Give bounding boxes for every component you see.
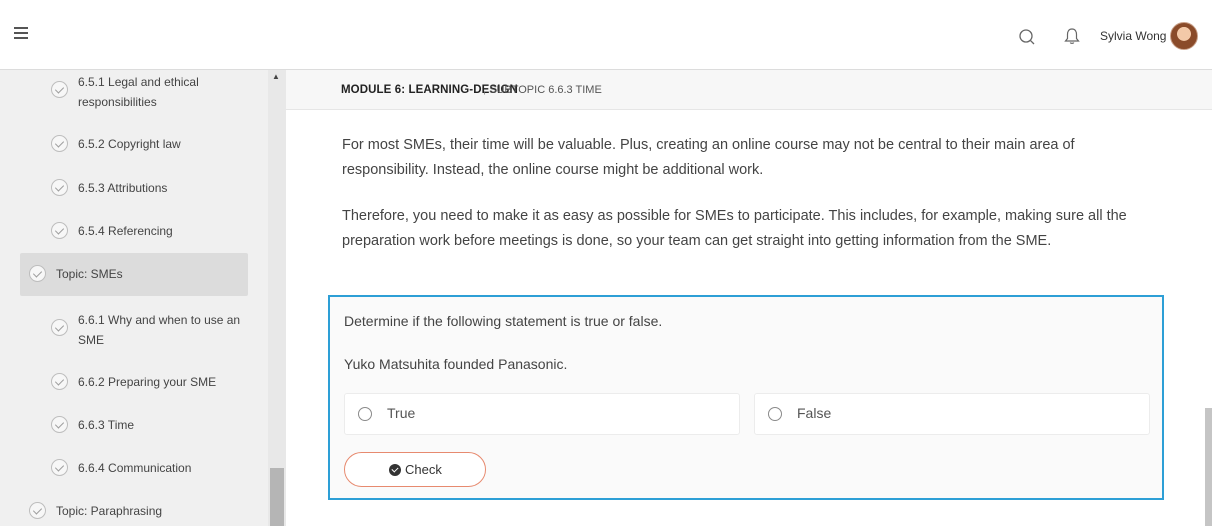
sidebar-item-topic-paraphrasing[interactable]: Topic: Paraphrasing xyxy=(0,501,268,525)
course-sidebar: 6.5.1 Legal and ethical responsibilities… xyxy=(0,70,286,526)
check-circle-icon xyxy=(389,464,401,476)
breadcrumb-subtopic: , SUBTOPIC 6.6.3 TIME xyxy=(483,84,602,96)
sidebar-item-label: 6.5.4 Referencing xyxy=(78,224,173,238)
sidebar-item-6-6-3[interactable]: 6.6.3 Time xyxy=(0,415,268,439)
sidebar-item-6-6-2[interactable]: 6.6.2 Preparing your SME xyxy=(0,372,268,396)
sidebar-item-6-5-4[interactable]: 6.5.4 Referencing xyxy=(0,221,268,245)
top-bar: Sylvia Wong xyxy=(0,0,1212,70)
sidebar-item-label: Topic: Paraphrasing xyxy=(56,504,163,518)
breadcrumb: MODULE 6: LEARNING-DESIGN , SUBTOPIC 6.6… xyxy=(286,70,1212,110)
main-content: MODULE 6: LEARNING-DESIGN , SUBTOPIC 6.6… xyxy=(286,70,1212,526)
option-label: True xyxy=(387,405,416,421)
sidebar-item-label: 6.6.1 Why and when to use an SME xyxy=(78,313,241,347)
sidebar-scroll-thumb[interactable] xyxy=(270,468,284,526)
completion-check-icon xyxy=(51,416,68,433)
sidebar-scrollbar[interactable]: ▲ xyxy=(268,70,286,526)
quiz-instruction: Determine if the following statement is … xyxy=(344,313,663,329)
sidebar-item-6-5-1[interactable]: 6.5.1 Legal and ethical responsibilities xyxy=(0,70,268,115)
main-scroll-thumb[interactable] xyxy=(1205,408,1212,526)
content-paragraph: For most SMEs, their time will be valuab… xyxy=(342,137,1075,178)
completion-check-icon xyxy=(51,135,68,152)
bell-icon[interactable] xyxy=(1062,26,1082,46)
sidebar-item-label: 6.6.3 Time xyxy=(78,418,135,432)
avatar[interactable] xyxy=(1170,22,1198,50)
option-false[interactable]: False xyxy=(754,393,1150,435)
true-false-quiz: Determine if the following statement is … xyxy=(328,295,1164,500)
menu-icon[interactable] xyxy=(14,27,28,39)
sidebar-item-label: 6.5.2 Copyright law xyxy=(78,137,181,151)
content-paragraph: Therefore, you need to make it as easy a… xyxy=(342,208,1127,249)
user-name[interactable]: Sylvia Wong xyxy=(1100,29,1166,43)
scroll-up-icon[interactable]: ▲ xyxy=(272,72,280,81)
sidebar-item-topic-smes[interactable]: Topic: SMEs xyxy=(0,264,268,288)
completion-check-icon xyxy=(29,502,46,519)
completion-check-icon xyxy=(51,319,68,336)
sidebar-item-label: 6.5.1 Legal and ethical responsibilities xyxy=(78,75,199,109)
radio-button[interactable] xyxy=(768,407,782,421)
completion-check-icon xyxy=(51,373,68,390)
completion-check-icon xyxy=(51,179,68,196)
option-true[interactable]: True xyxy=(344,393,740,435)
option-label: False xyxy=(797,405,832,421)
sidebar-item-label: 6.6.2 Preparing your SME xyxy=(78,375,217,389)
sidebar-item-6-5-3[interactable]: 6.5.3 Attributions xyxy=(0,178,268,202)
check-button[interactable]: Check xyxy=(344,452,486,487)
sidebar-item-6-5-2[interactable]: 6.5.2 Copyright law xyxy=(0,134,268,158)
radio-button[interactable] xyxy=(358,407,372,421)
sidebar-item-label: 6.5.3 Attributions xyxy=(78,181,168,195)
completion-check-icon xyxy=(29,265,46,282)
check-button-label: Check xyxy=(405,462,442,477)
completion-check-icon xyxy=(51,222,68,239)
search-icon[interactable] xyxy=(1018,28,1036,46)
sidebar-item-6-6-1[interactable]: 6.6.1 Why and when to use an SME xyxy=(0,308,268,353)
quiz-statement: Yuko Matsuhita founded Panasonic. xyxy=(344,356,568,372)
sidebar-item-label: 6.6.4 Communication xyxy=(78,461,192,475)
sidebar-item-6-6-4[interactable]: 6.6.4 Communication xyxy=(0,458,268,482)
sidebar-item-label: Topic: SMEs xyxy=(56,267,123,281)
completion-check-icon xyxy=(51,81,68,98)
completion-check-icon xyxy=(51,459,68,476)
